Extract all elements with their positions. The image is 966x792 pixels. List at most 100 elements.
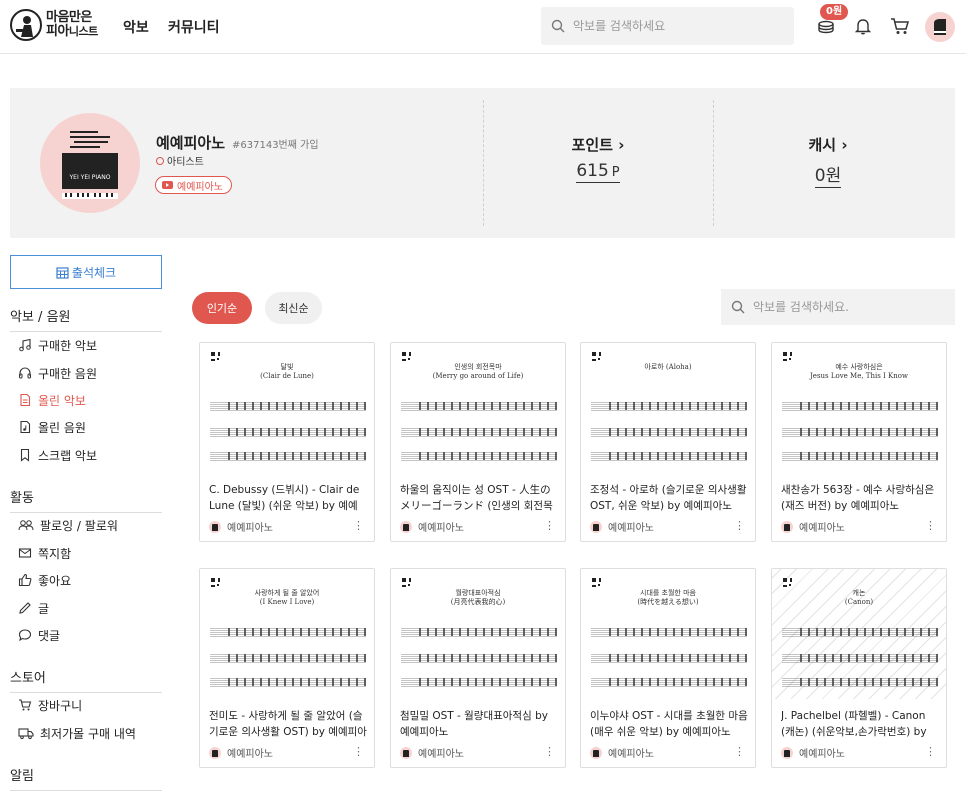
author-avatar	[209, 520, 221, 533]
sheet-card[interactable]: 아로하 (Aloha) 조정석 - 아로하 (슬기로운 의사생활 OST, 쉬운 …	[580, 342, 756, 542]
sort-popular-button[interactable]: 인기순	[192, 292, 252, 324]
artist-icon	[156, 156, 164, 165]
sidebar-item-following[interactable]: 팔로잉 / 팔로워	[18, 517, 118, 533]
author-name: 예예피아노	[227, 749, 273, 760]
author-name: 예예피아노	[418, 749, 464, 760]
more-options-icon[interactable]: ⋮	[734, 520, 745, 531]
header-search-input[interactable]	[573, 19, 773, 33]
sheet-title[interactable]: J. Pachelbel (파헬벨) - Canon (캐논) (쉬운악보,손가…	[781, 708, 939, 740]
qr-code-icon	[782, 351, 793, 362]
sheet-title[interactable]: C. Debussy (드뷔시) - Clair de Lune (달빛) (쉬…	[209, 482, 367, 514]
sheet-title[interactable]: 하울의 움직이는 성 OST - 人生のメリーゴーランド (인생의 회전목마)	[400, 482, 558, 514]
sheet-thumbnail[interactable]: 예수 사랑하심은 Jesus Love Me, This I Know	[772, 343, 946, 473]
author-avatar	[590, 520, 602, 533]
author-avatar	[400, 520, 412, 533]
sidebar-item-uploaded-sheets[interactable]: 올린 악보	[18, 392, 86, 408]
author-avatar	[781, 520, 793, 533]
author-avatar	[590, 746, 602, 759]
sidebar-item-comments[interactable]: 댓글	[18, 627, 60, 643]
nav-sheet-music[interactable]: 악보	[123, 17, 149, 37]
search-icon	[551, 19, 565, 33]
cash-stat[interactable]: 캐시 › 0원	[768, 134, 888, 188]
sidebar-item-lowest-price-orders[interactable]: 최저가몰 구매 내역	[18, 725, 136, 741]
sheet-card[interactable]: 캐논 (Canon) J. Pachelbel (파헬벨) - Canon (캐논…	[771, 568, 947, 768]
sheet-thumbnail[interactable]: 월량대표아적심 (月亮代表我的心)	[391, 569, 565, 699]
profile-join-number: #637143번째 가입	[232, 140, 319, 151]
header-search-box[interactable]	[541, 7, 794, 45]
note-marks	[794, 452, 938, 460]
sheet-search-box[interactable]	[721, 289, 955, 325]
author-name: 예예피아노	[608, 749, 654, 760]
sheet-card[interactable]: 월량대표아적심 (月亮代表我的心) 첨밀밀 OST - 월량대표아적심 by 예예…	[390, 568, 566, 768]
sheet-thumbnail[interactable]: 인생의 회전목마 (Merry go around of Life)	[391, 343, 565, 473]
sidebar-item-messages[interactable]: 쪽지함	[18, 545, 71, 561]
sheet-author[interactable]: 예예피아노	[590, 519, 750, 534]
more-options-icon[interactable]: ⋮	[353, 746, 364, 757]
sheet-author[interactable]: 예예피아노	[400, 519, 560, 534]
sheet-author[interactable]: 예예피아노	[209, 745, 369, 760]
sheet-thumbnail[interactable]: 캐논 (Canon)	[772, 569, 946, 699]
sheet-card[interactable]: 인생의 회전목마 (Merry go around of Life) 하울의 움직…	[390, 342, 566, 542]
sidebar-item-likes[interactable]: 좋아요	[18, 572, 71, 588]
sheet-author[interactable]: 예예피아노	[400, 745, 560, 760]
sheet-thumbnail[interactable]: 시대를 초월한 마음 (時代を越える想い)	[581, 569, 755, 699]
note-marks	[794, 402, 938, 410]
sidebar-item-cart[interactable]: 장바구니	[18, 697, 82, 713]
qr-code-icon	[401, 351, 412, 362]
sidebar-item-uploaded-audio[interactable]: 올린 음원	[18, 419, 86, 435]
sheet-author[interactable]: 예예피아노	[781, 519, 941, 534]
sheet-title[interactable]: 전미도 - 사랑하게 될 줄 알았어 (슬기로운 의사생활 OST) by 예예…	[209, 708, 367, 740]
sidebar-item-scrapped-sheets[interactable]: 스크랩 악보	[18, 447, 97, 463]
calendar-icon	[56, 266, 69, 279]
youtube-channel-label: 예예피아노	[177, 181, 223, 193]
sheet-thumbnail[interactable]: 사랑하게 될 줄 알았어 (I Knew I Love)	[200, 569, 374, 699]
sheet-card[interactable]: 달빛 (Clair de Lune) C. Debussy (드뷔시) - Cla…	[199, 342, 375, 542]
bell-icon[interactable]	[850, 13, 876, 39]
speech-bubble-icon	[18, 629, 32, 642]
note-marks	[222, 678, 366, 686]
sidebar-item-posts[interactable]: 글	[18, 600, 49, 616]
sheet-card[interactable]: 사랑하게 될 줄 알았어 (I Knew I Love) 전미도 - 사랑하게 될…	[199, 568, 375, 768]
cart-icon[interactable]	[887, 13, 913, 39]
sheet-author[interactable]: 예예피아노	[209, 519, 369, 534]
more-options-icon[interactable]: ⋮	[925, 746, 936, 757]
author-avatar	[209, 746, 221, 759]
note-marks	[603, 402, 747, 410]
logo-line-2-small: 니스트	[68, 25, 98, 38]
coin-balance-badge: 0원	[820, 4, 849, 20]
points-stat[interactable]: 포인트 › 615 P	[538, 134, 658, 183]
pianist-logo-icon	[10, 9, 42, 41]
note-marks	[413, 678, 557, 686]
attendance-check-button[interactable]: 출석체크	[10, 255, 162, 289]
sheet-title[interactable]: 새찬송가 563장 - 예수 사랑하심은 (재즈 버전) by 예예피아노	[781, 482, 939, 514]
note-marks	[222, 428, 366, 436]
more-options-icon[interactable]: ⋮	[544, 520, 555, 531]
sheet-author[interactable]: 예예피아노	[590, 745, 750, 760]
mail-icon	[18, 548, 32, 558]
note-marks	[794, 428, 938, 436]
sort-recent-button[interactable]: 최신순	[265, 292, 322, 324]
score-preview-title: 예수 사랑하심은 Jesus Love Me, This I Know	[810, 363, 908, 380]
profile-avatar: YEI YEI PIANO	[40, 113, 140, 213]
more-options-icon[interactable]: ⋮	[544, 746, 555, 757]
score-preview-title: 월량대표아적심 (月亮代表我的心)	[450, 589, 506, 606]
sheet-thumbnail[interactable]: 아로하 (Aloha)	[581, 343, 755, 473]
score-preview-title: 인생의 회전목마 (Merry go around of Life)	[432, 363, 524, 380]
sheet-thumbnail[interactable]: 달빛 (Clair de Lune)	[200, 343, 374, 473]
youtube-channel-link[interactable]: 예예피아노	[155, 176, 232, 194]
more-options-icon[interactable]: ⋮	[353, 520, 364, 531]
sidebar-item-purchased-sheets[interactable]: 구매한 악보	[18, 337, 97, 353]
sheet-title[interactable]: 첨밀밀 OST - 월량대표아적심 by 예예피아노	[400, 708, 558, 740]
sheet-title[interactable]: 조정석 - 아로하 (슬기로운 의사생활 OST, 쉬운 악보) by 예예피아…	[590, 482, 748, 514]
sheet-title[interactable]: 이누야샤 OST - 시대를 초월한 마음 (매우 쉬운 악보) by 예예피아…	[590, 708, 748, 740]
sheet-search-input[interactable]	[753, 300, 953, 314]
user-avatar[interactable]	[925, 12, 955, 42]
more-options-icon[interactable]: ⋮	[925, 520, 936, 531]
nav-community[interactable]: 커뮤니티	[168, 17, 220, 37]
more-options-icon[interactable]: ⋮	[734, 746, 745, 757]
sheet-author[interactable]: 예예피아노	[781, 745, 941, 760]
site-logo[interactable]: 마음만은 피아니스트	[10, 9, 98, 41]
sheet-card[interactable]: 예수 사랑하심은 Jesus Love Me, This I Know 새찬송가 …	[771, 342, 947, 542]
sheet-card[interactable]: 시대를 초월한 마음 (時代を越える想い) 이누야샤 OST - 시대를 초월한 …	[580, 568, 756, 768]
sidebar-item-purchased-audio[interactable]: 구매한 음원	[18, 365, 97, 381]
